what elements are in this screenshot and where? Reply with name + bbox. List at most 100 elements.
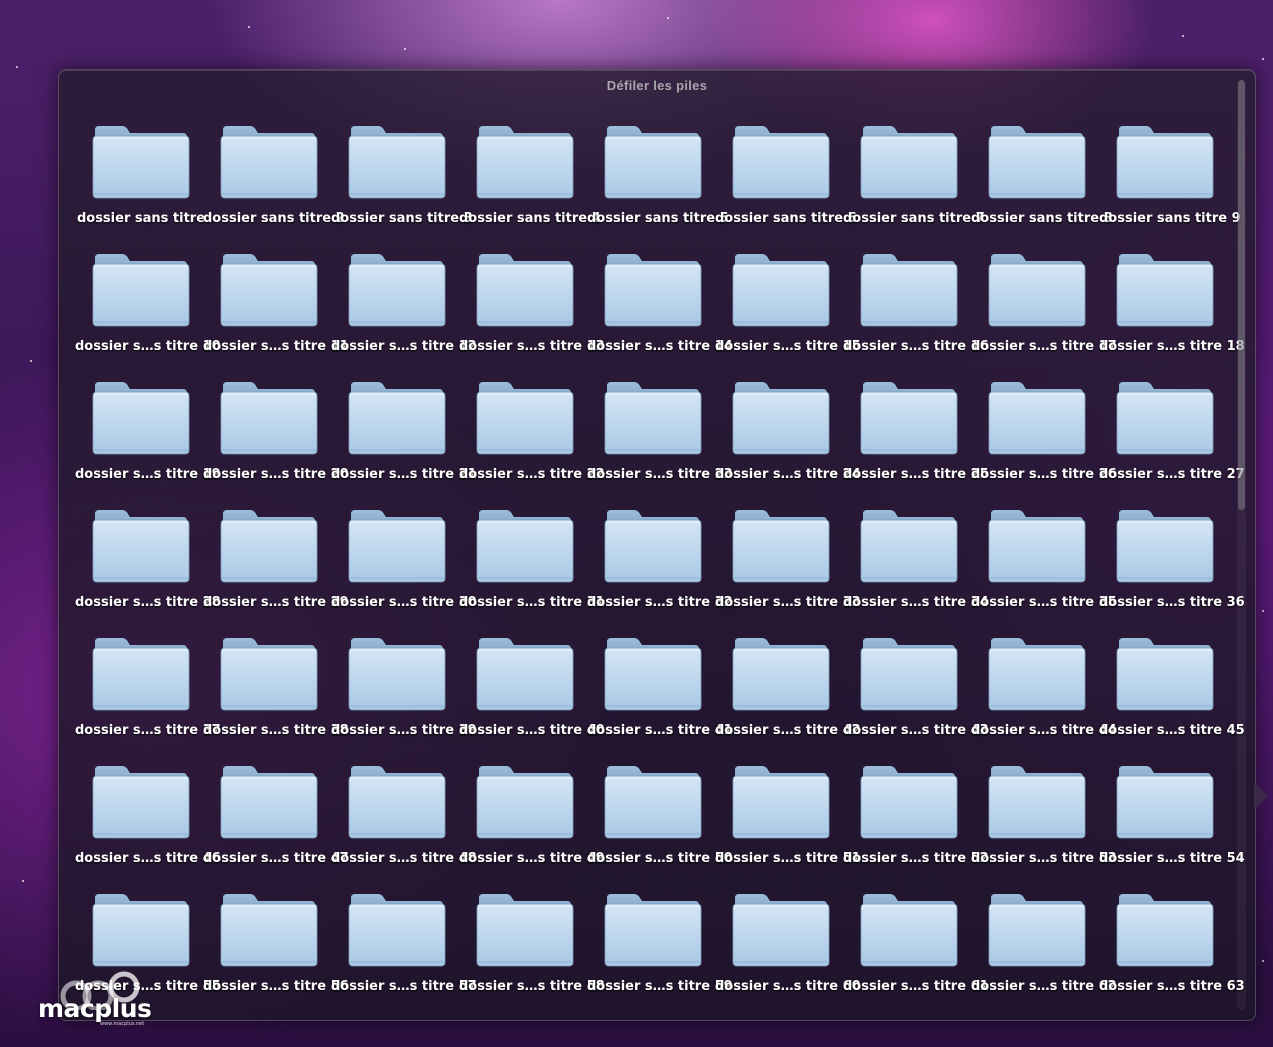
folder-item[interactable]: dossier s…s titre 58	[459, 890, 605, 1018]
folder-item[interactable]: dossier s…s titre 27	[1099, 378, 1245, 506]
folder-icon	[988, 766, 1086, 839]
folder-item[interactable]: dossier s…s titre 25	[843, 378, 989, 506]
folder-icon	[988, 894, 1086, 967]
folder-label: dossier s…s titre 50	[587, 851, 733, 866]
folder-item[interactable]: dossier sans titre 2	[203, 122, 345, 250]
folder-item[interactable]: dossier s…s titre 46	[75, 762, 221, 890]
folder-item[interactable]: dossier sans titre 4	[459, 122, 601, 250]
folder-label: dossier s…s titre 21	[331, 467, 477, 482]
folder-label: dossier s…s titre 15	[715, 339, 861, 354]
folder-item[interactable]: dossier s…s titre 42	[715, 634, 861, 762]
folder-icon	[732, 382, 830, 455]
folder-item[interactable]: dossier s…s titre 20	[203, 378, 349, 506]
folder-item[interactable]: dossier s…s titre 33	[715, 506, 861, 634]
folder-item[interactable]: dossier s…s titre 54	[1099, 762, 1245, 890]
folder-item[interactable]: dossier s…s titre 30	[331, 506, 477, 634]
folder-label: dossier s…s titre 41	[587, 723, 733, 738]
folder-item[interactable]: dossier s…s titre 29	[203, 506, 349, 634]
folder-label: dossier sans titre 5	[587, 211, 729, 226]
folder-item[interactable]: dossier sans titre	[77, 122, 205, 250]
folder-icon	[988, 254, 1086, 327]
folder-item[interactable]: dossier s…s titre 41	[587, 634, 733, 762]
folder-item[interactable]: dossier s…s titre 32	[587, 506, 733, 634]
folder-item[interactable]: dossier s…s titre 18	[1099, 250, 1245, 378]
folder-item[interactable]: dossier s…s titre 26	[971, 378, 1117, 506]
star	[404, 48, 406, 50]
folder-item[interactable]: dossier s…s titre 34	[843, 506, 989, 634]
folder-label: dossier sans titre 9	[1099, 211, 1241, 226]
folder-label: dossier s…s titre 38	[203, 723, 349, 738]
folder-item[interactable]: dossier s…s titre 37	[75, 634, 221, 762]
folder-item[interactable]: dossier s…s titre 62	[971, 890, 1117, 1018]
folder-icon	[1116, 766, 1214, 839]
folder-item[interactable]: dossier s…s titre 16	[843, 250, 989, 378]
folder-item[interactable]: dossier s…s titre 11	[203, 250, 349, 378]
folder-icon	[92, 766, 190, 839]
folder-item[interactable]: dossier s…s titre 10	[75, 250, 221, 378]
folder-label: dossier s…s titre 48	[331, 851, 477, 866]
folder-label: dossier s…s titre 42	[715, 723, 861, 738]
folder-icon	[604, 126, 702, 199]
folder-label: dossier s…s titre 61	[843, 979, 989, 994]
folder-item[interactable]: dossier sans titre 7	[843, 122, 985, 250]
folder-item[interactable]: dossier s…s titre 17	[971, 250, 1117, 378]
folder-label: dossier sans titre 4	[459, 211, 601, 226]
folder-label: dossier s…s titre 39	[331, 723, 477, 738]
folder-item[interactable]: dossier s…s titre 15	[715, 250, 861, 378]
scrollbar-thumb[interactable]	[1238, 80, 1245, 510]
folder-item[interactable]: dossier s…s titre 24	[715, 378, 861, 506]
folder-item[interactable]: dossier s…s titre 44	[971, 634, 1117, 762]
folder-label: dossier s…s titre 28	[75, 595, 221, 610]
folder-item[interactable]: dossier sans titre 6	[715, 122, 857, 250]
folder-item[interactable]: dossier s…s titre 12	[331, 250, 477, 378]
folder-icon	[476, 638, 574, 711]
folder-label: dossier s…s titre 12	[331, 339, 477, 354]
folder-label: dossier s…s titre 34	[843, 595, 989, 610]
folder-item[interactable]: dossier s…s titre 59	[587, 890, 733, 1018]
folder-item[interactable]: dossier s…s titre 14	[587, 250, 733, 378]
folder-item[interactable]: dossier s…s titre 53	[971, 762, 1117, 890]
window-title: Défiler les piles	[606, 78, 708, 93]
folder-item[interactable]: dossier sans titre 9	[1099, 122, 1241, 250]
folder-item[interactable]: dossier s…s titre 21	[331, 378, 477, 506]
folder-item[interactable]: dossier s…s titre 63	[1099, 890, 1245, 1018]
folder-item[interactable]: dossier s…s titre 22	[459, 378, 605, 506]
folder-item[interactable]: dossier s…s titre 50	[587, 762, 733, 890]
folder-item[interactable]: dossier s…s titre 43	[843, 634, 989, 762]
folder-item[interactable]: dossier s…s titre 40	[459, 634, 605, 762]
scrollbar[interactable]	[1237, 80, 1246, 1010]
folder-item[interactable]: dossier s…s titre 36	[1099, 506, 1245, 634]
folder-item[interactable]: dossier s…s titre 51	[715, 762, 861, 890]
folder-item[interactable]: dossier s…s titre 45	[1099, 634, 1245, 762]
folder-item[interactable]: dossier s…s titre 49	[459, 762, 605, 890]
star	[1262, 960, 1264, 962]
folder-item[interactable]: dossier s…s titre 13	[459, 250, 605, 378]
folder-label: dossier s…s titre 20	[203, 467, 349, 482]
folder-label: dossier s…s titre 22	[459, 467, 605, 482]
folder-item[interactable]: dossier sans titre 3	[331, 122, 473, 250]
folder-item[interactable]: dossier s…s titre 52	[843, 762, 989, 890]
folder-item[interactable]: dossier s…s titre 38	[203, 634, 349, 762]
folder-item[interactable]: dossier s…s titre 56	[203, 890, 349, 1018]
folder-icon	[92, 510, 190, 583]
folder-label: dossier s…s titre 46	[75, 851, 221, 866]
folder-item[interactable]: dossier s…s titre 57	[331, 890, 477, 1018]
folder-icon	[220, 382, 318, 455]
star	[30, 360, 32, 362]
folder-label: dossier s…s titre 30	[331, 595, 477, 610]
folder-label: dossier s…s titre 44	[971, 723, 1117, 738]
folder-item[interactable]: dossier s…s titre 47	[203, 762, 349, 890]
folder-icon	[732, 766, 830, 839]
folder-item[interactable]: dossier s…s titre 35	[971, 506, 1117, 634]
folder-item[interactable]: dossier s…s titre 60	[715, 890, 861, 1018]
folder-item[interactable]: dossier s…s titre 39	[331, 634, 477, 762]
folder-item[interactable]: dossier s…s titre 23	[587, 378, 733, 506]
folder-label: dossier s…s titre 45	[1099, 723, 1245, 738]
folder-item[interactable]: dossier s…s titre 28	[75, 506, 221, 634]
folder-item[interactable]: dossier s…s titre 31	[459, 506, 605, 634]
folder-item[interactable]: dossier sans titre 5	[587, 122, 729, 250]
folder-item[interactable]: dossier s…s titre 48	[331, 762, 477, 890]
folder-item[interactable]: dossier s…s titre 61	[843, 890, 989, 1018]
folder-item[interactable]: dossier sans titre 8	[971, 122, 1113, 250]
folder-item[interactable]: dossier s…s titre 19	[75, 378, 221, 506]
